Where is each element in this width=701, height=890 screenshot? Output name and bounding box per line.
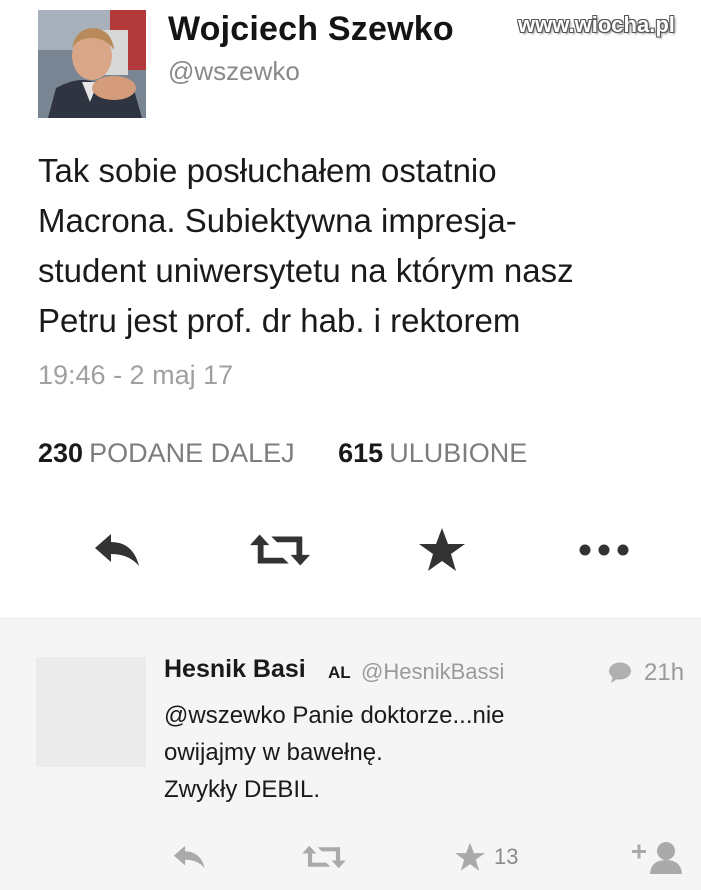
retweet-icon <box>302 845 346 869</box>
likes-count: 615 <box>338 438 384 468</box>
star-icon <box>455 842 485 871</box>
reply-tweet[interactable]: Hesnik Basi AL @HesnikBassi 21h @wszewko… <box>0 618 701 890</box>
reply-icon <box>173 845 205 869</box>
author-handle[interactable]: @wszewko <box>168 56 300 87</box>
follow-icon <box>632 842 682 874</box>
follow-button[interactable] <box>632 837 686 877</box>
likes-stat[interactable]: 615 ULUBIONE <box>338 438 527 469</box>
reply-text: @wszewko Panie doktorze...nie owijajmy w… <box>164 697 664 808</box>
author-photo <box>38 10 146 118</box>
reply-author-badge: AL <box>328 663 351 682</box>
reply-favorite-button[interactable]: 13 <box>454 837 518 877</box>
reply-author-name[interactable]: Hesnik Basi <box>164 655 306 684</box>
author-avatar[interactable] <box>38 10 146 118</box>
favorite-button[interactable] <box>412 520 472 580</box>
retweets-label: PODANE DALEJ <box>89 438 295 468</box>
star-icon <box>419 528 465 571</box>
tweet-text-line: student uniwersytetu na którym nasz <box>38 252 574 289</box>
tweet-stats: 230 PODANE DALEJ 615 ULUBIONE <box>38 438 563 469</box>
tweet-text: Tak sobie posłuchałem ostatnio Macrona. … <box>38 146 678 346</box>
reply-time: 21h <box>644 659 685 686</box>
reply-text-line: @wszewko Panie doktorze...nie <box>164 702 505 729</box>
tweet-text-line: Macrona. Subiektywna impresja- <box>38 202 517 239</box>
reply-meta: 21h <box>608 659 684 687</box>
reply-avatar[interactable] <box>36 657 146 767</box>
reply-retweet-button[interactable] <box>302 837 346 877</box>
retweet-icon <box>250 534 310 566</box>
reply-likes-count: 13 <box>494 844 519 869</box>
retweets-stat[interactable]: 230 PODANE DALEJ <box>38 438 295 469</box>
more-icon <box>579 544 629 556</box>
reply-actions: 13 <box>0 837 701 877</box>
tweet-actions <box>0 520 701 580</box>
likes-label: ULUBIONE <box>389 438 528 468</box>
reply-button[interactable] <box>88 520 148 580</box>
retweets-count: 230 <box>38 438 84 468</box>
tweet-text-line: Petru jest prof. dr hab. i rektorem <box>38 302 521 339</box>
tweet-text-line: Tak sobie posłuchałem ostatnio <box>38 152 497 189</box>
reply-icon <box>95 534 139 566</box>
retweet-button[interactable] <box>250 520 310 580</box>
more-button[interactable] <box>574 520 634 580</box>
reply-reply-button[interactable] <box>172 837 208 877</box>
tweet-timestamp: 19:46 - 2 maj 17 <box>38 360 234 390</box>
watermark: www.wiocha.pl <box>518 12 675 37</box>
reply-author-handle[interactable]: @HesnikBassi <box>361 659 504 685</box>
author-name[interactable]: Wojciech Szewko <box>168 10 454 49</box>
speech-bubble-icon <box>609 662 631 683</box>
reply-text-line: Zwykły DEBIL. <box>164 776 321 803</box>
reply-text-line: owijajmy w bawełnę. <box>164 739 383 766</box>
main-tweet: Wojciech Szewko @wszewko www.wiocha.pl T… <box>0 0 701 618</box>
